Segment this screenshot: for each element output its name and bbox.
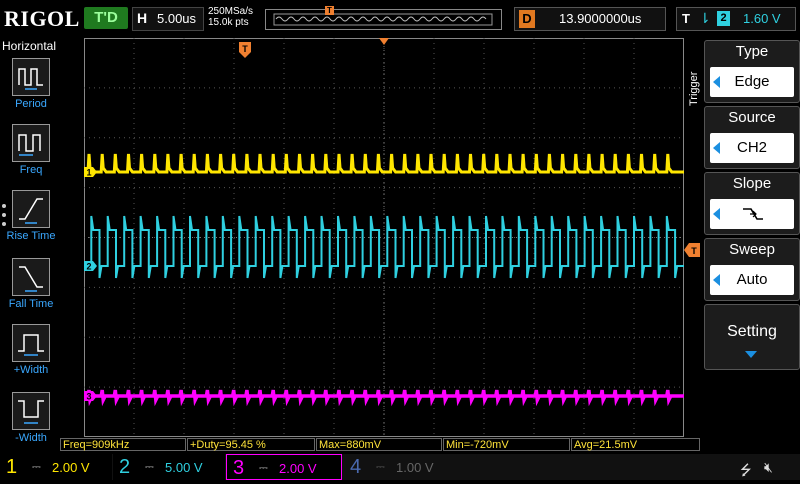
menu-sweep[interactable]: Sweep Auto	[704, 238, 800, 301]
menu-slope[interactable]: Slope	[704, 172, 800, 235]
measure-period-label: Period	[15, 98, 47, 110]
left-arrow-icon	[713, 208, 720, 220]
channel-1-number: 1	[6, 456, 18, 478]
measurement-bar: Freq=909kHz +Duty=95.45 % Max=880mV Min=…	[60, 438, 700, 452]
menu-type[interactable]: Type Edge	[704, 40, 800, 103]
rise-time-icon	[12, 190, 50, 228]
dc-coupling-icon: ⎓	[259, 462, 268, 474]
waveform-display[interactable]: 1 2 3	[84, 38, 684, 437]
menu-slope-value-box[interactable]	[710, 199, 794, 229]
trigger-label: T	[682, 11, 690, 26]
trigger-source-channel: 2	[717, 11, 730, 26]
dc-coupling-icon: ⎓	[376, 461, 385, 473]
top-status-bar: RIGOL T'D H 5.00us 250MSa/s 15.0k pts T …	[0, 0, 800, 36]
channel-4-scale: 1.00 V	[396, 460, 434, 475]
meas-min[interactable]: Min=-720mV	[443, 438, 570, 451]
falling-edge-icon	[743, 208, 763, 220]
fall-time-icon	[12, 258, 50, 296]
delay-label: D	[519, 10, 535, 28]
channel-1-ground-marker[interactable]: 1	[84, 167, 97, 178]
measure-fall-time[interactable]: Fall Time	[0, 258, 62, 320]
menu-sweep-value: Auto	[736, 271, 768, 288]
memory-overview	[265, 9, 502, 30]
meas-max[interactable]: Max=880mV	[316, 438, 442, 451]
screen-center-marker-icon	[379, 38, 389, 45]
acquisition-info: 250MSa/s 15.0k pts	[208, 6, 253, 28]
period-icon	[12, 58, 50, 96]
measure-negative-width[interactable]: -Width	[0, 392, 62, 454]
trigger-level-marker-icon: T	[684, 243, 700, 257]
channel-2-number: 2	[119, 456, 131, 478]
channel-3-box[interactable]: 3 ⎓ 2.00 V	[226, 454, 342, 480]
channel-1-scale: 2.00 V	[52, 460, 90, 475]
svg-text:T: T	[242, 44, 248, 54]
menu-sweep-value-box[interactable]: Auto	[710, 265, 794, 295]
menu-type-title: Type	[735, 43, 769, 60]
trigger-position-marker-icon: T	[325, 6, 334, 15]
negative-width-icon	[12, 392, 50, 430]
channel-3-scale: 2.00 V	[279, 461, 317, 476]
channel-3-number: 3	[233, 457, 245, 479]
usb-icon: ⭍	[740, 462, 752, 478]
trigger-time-marker-icon: T	[239, 42, 251, 58]
memory-depth: 15.0k pts	[208, 17, 249, 28]
run-state-badge[interactable]: T'D	[84, 7, 128, 29]
measure-negative-width-label: -Width	[15, 432, 47, 444]
channel-4-number: 4	[350, 456, 362, 478]
horizontal-label: H	[137, 10, 148, 26]
measure-fall-time-label: Fall Time	[8, 298, 54, 310]
delay-value: 13.9000000us	[559, 11, 642, 26]
dc-coupling-icon: ⎓	[32, 461, 41, 473]
waveform-canvas: 1 2 3	[84, 38, 684, 437]
trigger-level: 1.60 V	[743, 11, 781, 26]
svg-text:T: T	[691, 246, 697, 256]
measure-freq-label: Freq	[19, 164, 43, 176]
menu-type-value-box[interactable]: Edge	[710, 67, 794, 97]
measure-rise-time-label: Rise Time	[6, 230, 56, 242]
trigger-box[interactable]: T ⇂ 2 1.60 V	[676, 7, 796, 31]
channel-2-scale: 5.00 V	[165, 460, 203, 475]
timebase-value: 5.00us	[157, 11, 197, 26]
menu-slope-title: Slope	[732, 175, 772, 192]
memory-waveform-thumbnail	[273, 13, 493, 26]
menu-source-value: CH2	[736, 139, 767, 156]
down-arrow-icon	[745, 351, 757, 358]
channel-2-ground-marker[interactable]: 2	[84, 261, 97, 272]
menu-sweep-title: Sweep	[729, 241, 775, 258]
channel-1-ground-marker-label: 1	[86, 168, 91, 178]
menu-source-value-box[interactable]: CH2	[710, 133, 794, 163]
channel-1-box[interactable]: 1 ⎓ 2.00 V	[0, 454, 112, 480]
menu-setting-label: Setting	[727, 323, 777, 340]
measure-freq[interactable]: Freq	[0, 124, 62, 186]
brand-logo: RIGOL	[4, 6, 80, 31]
menu-type-value: Edge	[734, 73, 770, 90]
dc-coupling-icon: ⎓	[145, 461, 154, 473]
freq-icon	[12, 124, 50, 162]
measure-period[interactable]: Period	[0, 58, 62, 120]
channel-3-ground-marker-label: 3	[86, 392, 91, 402]
sample-rate: 250MSa/s	[208, 6, 254, 17]
menu-setting[interactable]: Setting	[704, 304, 800, 370]
menu-source-title: Source	[728, 109, 776, 126]
channel-2-ground-marker-label: 2	[86, 262, 91, 272]
measure-positive-width-label: +Width	[13, 364, 49, 376]
menu-side-label: Trigger	[688, 71, 700, 106]
meas-frequency[interactable]: Freq=909kHz	[60, 438, 186, 451]
channel-bar: 1 ⎓ 2.00 V 2 ⎓ 5.00 V 3 ⎓ 2.00 V 4 ⎓ 1.0…	[0, 454, 800, 480]
delay-box[interactable]: D 13.9000000us	[514, 7, 666, 31]
positive-width-icon	[12, 324, 50, 362]
measure-positive-width[interactable]: +Width	[0, 324, 62, 386]
meas-positive-duty[interactable]: +Duty=95.45 %	[187, 438, 315, 451]
meas-avg[interactable]: Avg=21.5mV	[571, 438, 700, 451]
menu-source[interactable]: Source CH2	[704, 106, 800, 169]
measure-panel: Horizontal Period Freq Rise Time Fall Ti…	[0, 36, 62, 452]
channel-4-box[interactable]: 4 ⎓ 1.00 V	[344, 454, 456, 480]
timebase-box[interactable]: H 5.00us	[132, 7, 204, 31]
speaker-muted-icon[interactable]: 🔇︎	[764, 459, 773, 476]
falling-slope-icon: ⇂	[699, 10, 711, 26]
measure-panel-title: Horizontal	[2, 39, 57, 53]
channel-2-box[interactable]: 2 ⎓ 5.00 V	[113, 454, 225, 480]
measure-rise-time[interactable]: Rise Time	[0, 190, 62, 252]
channel-3-ground-marker[interactable]: 3	[84, 391, 97, 402]
